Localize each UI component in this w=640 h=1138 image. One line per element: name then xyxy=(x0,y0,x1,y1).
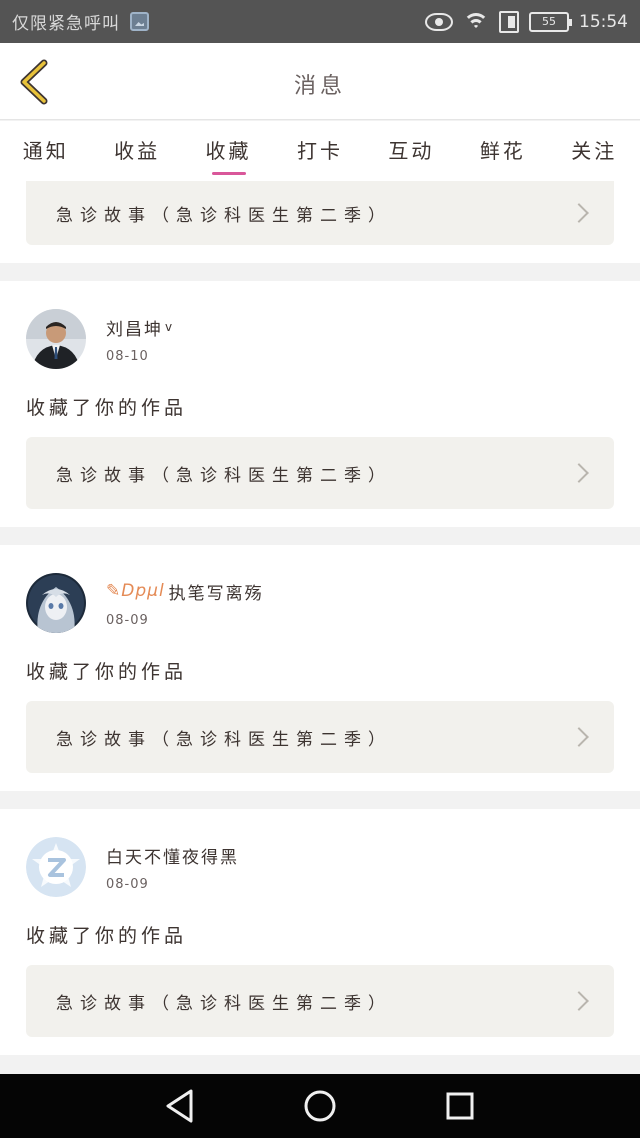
user-name-text: 白天不懂夜得黑 xyxy=(106,847,239,868)
work-title: 急诊故事（急诊科医生第二季） xyxy=(56,465,392,486)
user-meta: 刘昌坤 v 08-10 xyxy=(106,315,174,364)
avatar[interactable] xyxy=(26,309,86,369)
sim-icon xyxy=(499,10,519,33)
user-name[interactable]: 白天不懂夜得黑 xyxy=(106,843,239,868)
message-card: 白天不懂夜得黑 08-09 收藏了你的作品 急诊故事（急诊科医生第二季） xyxy=(0,809,640,1055)
default-avatar-icon xyxy=(26,837,86,897)
action-text: 收藏了你的作品 xyxy=(26,925,188,947)
user-meta: 白天不懂夜得黑 08-09 xyxy=(106,843,239,892)
tab-checkin[interactable]: 打卡 xyxy=(274,121,365,181)
user-row: 白天不懂夜得黑 08-09 xyxy=(26,837,614,897)
user-name-prefix: ✎Dpμl xyxy=(106,581,165,601)
work-title: 急诊故事（急诊科医生第二季） xyxy=(56,993,392,1014)
system-nav-bar xyxy=(0,1074,640,1138)
user-name[interactable]: 刘昌坤 v xyxy=(106,315,174,340)
tab-interactions[interactable]: 互动 xyxy=(366,121,457,181)
anime-avatar-icon xyxy=(26,573,86,633)
work-link[interactable]: 急诊故事（急诊科医生第二季） xyxy=(26,965,614,1037)
status-right: 55 15:54 xyxy=(425,10,628,33)
chevron-right-icon xyxy=(569,463,589,483)
user-row: ✎Dpμl 执笔写离殇 08-09 xyxy=(26,573,614,633)
battery-icon: 55 xyxy=(529,11,572,32)
message-date: 08-10 xyxy=(106,348,149,364)
tab-following[interactable]: 关注 xyxy=(549,121,640,181)
user-name-text: 刘昌坤 xyxy=(106,319,163,340)
work-title: 急诊故事（急诊科医生第二季） xyxy=(56,729,392,750)
chevron-right-icon xyxy=(569,727,589,747)
message-card: 刘昌坤 v 08-10 收藏了你的作品 急诊故事（急诊科医生第二季） xyxy=(0,281,640,527)
message-card: ✎Dpμl 执笔写离殇 08-09 收藏了你的作品 急诊故事（急诊科医生第二季） xyxy=(0,545,640,791)
status-bar: 仅限紧急呼叫 55 15:54 xyxy=(0,0,640,43)
chevron-right-icon xyxy=(569,203,589,223)
tab-favorites[interactable]: 收藏 xyxy=(183,121,274,181)
nav-recents-button[interactable] xyxy=(440,1086,480,1126)
nav-home-button[interactable] xyxy=(300,1086,340,1126)
chevron-right-icon xyxy=(569,991,589,1011)
tab-flowers[interactable]: 鲜花 xyxy=(457,121,548,181)
tab-notifications[interactable]: 通知 xyxy=(0,121,91,181)
work-title: 急诊故事（急诊科医生第二季） xyxy=(56,205,392,226)
circle-home-icon xyxy=(304,1090,336,1122)
message-date: 08-09 xyxy=(106,876,149,892)
header: 消息 xyxy=(0,43,640,120)
tab-earnings[interactable]: 收益 xyxy=(91,121,182,181)
nav-back-button[interactable] xyxy=(160,1086,200,1126)
user-row: 刘昌坤 v 08-10 xyxy=(26,309,614,369)
user-name[interactable]: ✎Dpμl 执笔写离殇 xyxy=(106,579,264,604)
square-recents-icon xyxy=(446,1092,474,1120)
eye-comfort-icon xyxy=(425,12,453,31)
battery-level: 55 xyxy=(542,15,556,28)
message-date: 08-09 xyxy=(106,612,149,628)
page-title: 消息 xyxy=(293,74,346,99)
action-text: 收藏了你的作品 xyxy=(26,661,188,683)
avatar[interactable] xyxy=(26,837,86,897)
work-link[interactable]: 急诊故事（急诊科医生第二季） xyxy=(26,181,614,245)
clock: 15:54 xyxy=(579,11,628,32)
work-link[interactable]: 急诊故事（急诊科医生第二季） xyxy=(26,701,614,773)
user-photo-icon xyxy=(26,309,86,369)
tab-bar: 通知 收益 收藏 打卡 互动 鲜花 关注 xyxy=(0,121,640,181)
avatar[interactable] xyxy=(26,573,86,633)
message-feed: 急诊故事（急诊科医生第二季） 刘昌坤 v 08-10 收藏了你的作品 急诊故事（… xyxy=(0,181,640,1074)
wifi-icon xyxy=(463,11,489,33)
status-left: 仅限紧急呼叫 xyxy=(12,9,149,34)
user-meta: ✎Dpμl 执笔写离殇 08-09 xyxy=(106,579,264,628)
user-name-text: 执笔写离殇 xyxy=(168,583,264,604)
message-card: 急诊故事（急诊科医生第二季） xyxy=(0,181,640,263)
triangle-back-icon xyxy=(166,1089,193,1123)
carrier-text: 仅限紧急呼叫 xyxy=(12,14,120,34)
action-text: 收藏了你的作品 xyxy=(26,397,188,419)
image-notification-icon xyxy=(130,12,149,31)
work-link[interactable]: 急诊故事（急诊科医生第二季） xyxy=(26,437,614,509)
verified-badge: v xyxy=(165,320,175,334)
